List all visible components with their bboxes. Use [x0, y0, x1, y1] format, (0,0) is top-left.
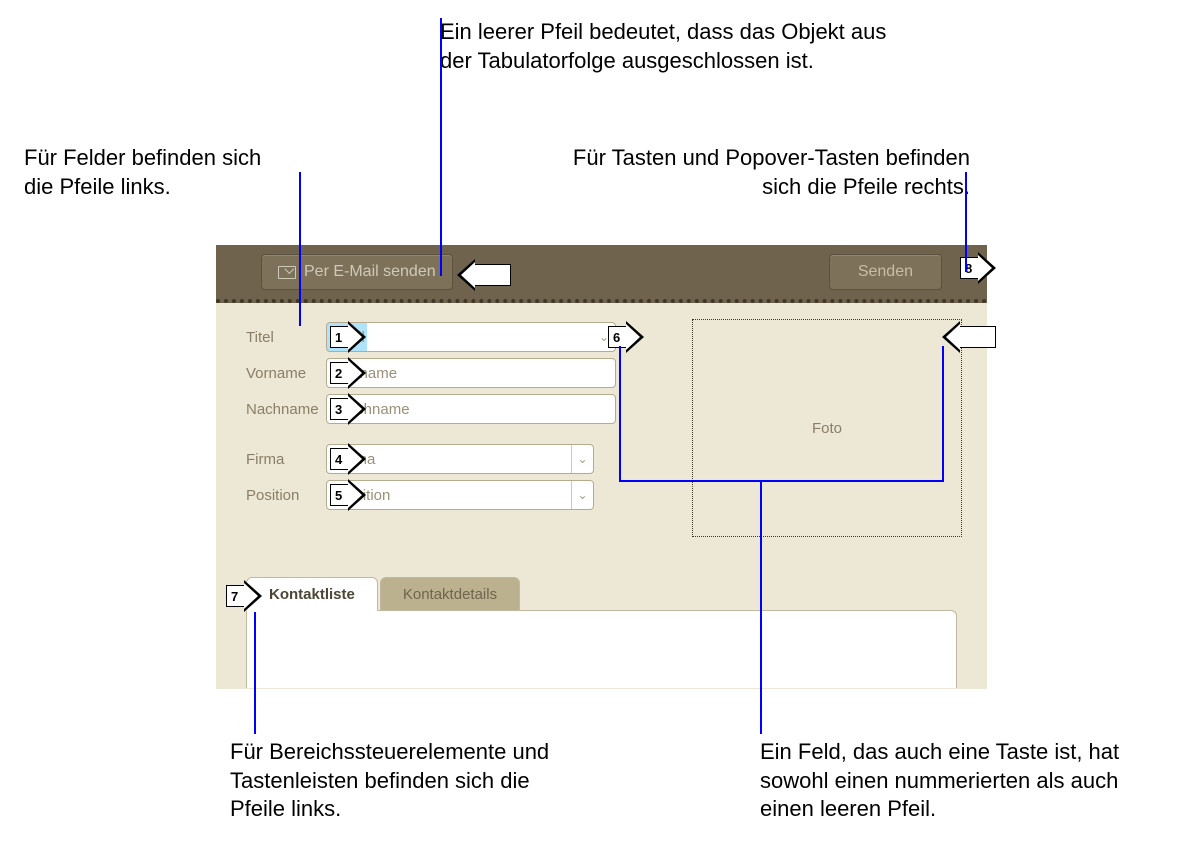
- input-position[interactable]: Position ⌄: [326, 480, 594, 510]
- callout-line: [942, 346, 944, 480]
- annotation-top-center: Ein leerer Pfeil bedeutet, dass das Obje…: [440, 18, 920, 75]
- callout-line: [440, 18, 442, 276]
- photo-label: Foto: [812, 420, 842, 437]
- label-position: Position: [246, 487, 326, 504]
- tab-arrow-6: 6: [608, 321, 644, 353]
- input-title[interactable]: Titel ⌄: [326, 322, 616, 352]
- label-firstname: Vorname: [246, 365, 326, 382]
- send-button-label: Senden: [858, 263, 913, 281]
- tab-arrow-4: 4: [330, 443, 366, 475]
- annotation-right-buttons: Für Tasten und Popover-Tasten befinden s…: [550, 144, 970, 201]
- tab-arrow-1: 1: [330, 321, 366, 353]
- callout-line: [254, 612, 256, 734]
- tab-panel: [246, 610, 957, 688]
- callout-line: [965, 172, 967, 272]
- envelope-icon: [278, 266, 296, 279]
- tab-arrow-empty-photo: [942, 321, 996, 353]
- chevron-down-icon[interactable]: ⌄: [571, 445, 593, 473]
- label-company: Firma: [246, 451, 326, 468]
- tabs-container: Kontaktliste Kontaktdetails: [246, 577, 957, 689]
- tab-arrow-7: 7: [226, 580, 262, 612]
- label-title: Titel: [246, 329, 326, 346]
- annotation-bottom-left: Für Bereichssteuerelemente und Tastenlei…: [230, 738, 570, 824]
- callout-line: [619, 480, 944, 482]
- input-lastname[interactable]: Nachname: [326, 394, 616, 424]
- callout-line: [760, 480, 762, 734]
- send-email-button-label: Per E-Mail senden: [304, 263, 436, 281]
- toolbar: Per E-Mail senden Senden: [216, 245, 987, 303]
- send-email-button[interactable]: Per E-Mail senden: [261, 254, 453, 290]
- photo-container[interactable]: Foto: [692, 319, 962, 537]
- input-firstname[interactable]: Vorname: [326, 358, 616, 388]
- callout-line: [299, 172, 301, 326]
- annotation-bottom-right: Ein Feld, das auch eine Taste ist, hat s…: [760, 738, 1160, 824]
- callout-line: [619, 346, 621, 480]
- annotation-left-fields: Für Felder befinden sich die Pfeile link…: [24, 144, 284, 201]
- tab-arrow-3: 3: [330, 393, 366, 425]
- tab-arrow-empty-email: [457, 259, 511, 291]
- tab-contact-details[interactable]: Kontaktdetails: [380, 577, 520, 611]
- tab-contact-list[interactable]: Kontaktliste: [246, 577, 378, 611]
- send-button[interactable]: Senden: [829, 254, 942, 290]
- chevron-down-icon[interactable]: ⌄: [571, 481, 593, 509]
- tab-arrow-5: 5: [330, 479, 366, 511]
- tab-arrow-2: 2: [330, 357, 366, 389]
- tab-bar: Kontaktliste Kontaktdetails: [246, 577, 957, 611]
- label-lastname: Nachname: [246, 401, 326, 418]
- input-company[interactable]: Firma ⌄: [326, 444, 594, 474]
